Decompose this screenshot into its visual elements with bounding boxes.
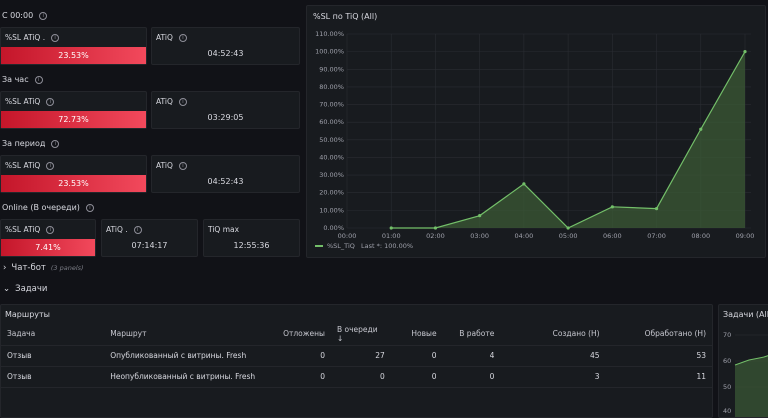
column-header-new[interactable]: Новые — [390, 323, 443, 346]
stat-panel-atiq-4[interactable]: ATiQ .i 07:14:17 — [101, 219, 198, 257]
table-row[interactable]: Отзыв Опубликованный с витрины. Fresh 0 … — [1, 345, 712, 367]
chevron-down-icon: ⌄ — [3, 284, 11, 294]
stat-value-sl-4: 7.41% — [1, 239, 95, 256]
stat-value-tiq-max: 12:55:36 — [233, 241, 270, 250]
y-tick-label: 40.00% — [319, 153, 344, 161]
stat-value-atiq-4: 07:14:17 — [131, 241, 168, 250]
y-tick-label: 50.00% — [319, 136, 344, 144]
column-header-created[interactable]: Создано (Н) — [500, 323, 606, 346]
y-tick-label: 90.00% — [319, 65, 344, 73]
x-tick-label: 04:00 — [515, 232, 534, 240]
stat-panel-atiq-3[interactable]: ATiQ i 04:52:43 — [151, 155, 300, 193]
tasks-mini-chart: 70 60 50 40 — [723, 331, 768, 417]
y-tick-label: 60 — [723, 357, 731, 365]
data-point — [433, 226, 438, 230]
data-point — [566, 226, 570, 230]
info-icon[interactable]: i — [178, 97, 187, 106]
section-title-online: Online (В очереди) i — [2, 203, 94, 212]
info-icon[interactable]: i — [178, 161, 187, 170]
routes-table-title: Маршруты — [5, 310, 50, 319]
info-icon[interactable]: i — [51, 33, 60, 42]
legend-label: %SL_TiQ — [327, 242, 355, 250]
stat-panel-sl-2[interactable]: %SL ATiQ i 72.73% — [0, 91, 147, 129]
info-icon[interactable]: i — [85, 203, 94, 212]
column-header-task[interactable]: Задача — [1, 323, 105, 346]
x-tick-label: 07:00 — [647, 232, 666, 240]
y-tick-label: 40 — [723, 407, 731, 415]
stat-panel-atiq-1[interactable]: ATiQ i 04:52:43 — [151, 27, 300, 65]
y-tick-label: 70 — [723, 331, 731, 339]
column-header-route[interactable]: Маршрут — [104, 323, 278, 346]
tasks-area-fill — [735, 355, 768, 417]
data-point — [699, 127, 703, 131]
routes-table: Задача Маршрут Отложены В очереди ↓ Новы… — [1, 323, 712, 388]
stat-value-sl-1: 23.53% — [1, 47, 146, 64]
tasks-chart-panel[interactable]: Задачи (All 70 60 50 40 — [718, 304, 768, 418]
y-tick-label: 110.00% — [315, 30, 344, 38]
info-icon[interactable]: i — [34, 75, 43, 84]
row-toggle-tasks[interactable]: ⌄ Задачи — [3, 284, 47, 294]
info-icon[interactable]: i — [178, 33, 187, 42]
x-tick-label: 09:00 — [736, 232, 755, 240]
column-header-postponed[interactable]: Отложены — [277, 323, 331, 346]
info-icon[interactable]: i — [51, 139, 60, 148]
y-tick-label: 30.00% — [319, 171, 344, 179]
data-point — [522, 182, 526, 186]
y-tick-label: 20.00% — [319, 189, 344, 197]
info-icon[interactable]: i — [46, 225, 55, 234]
y-tick-label: 80.00% — [319, 83, 344, 91]
x-tick-label: 03:00 — [470, 232, 489, 240]
table-row[interactable]: Отзыв Неопубликованный с витрины. Fresh … — [1, 366, 712, 388]
stat-panel-sl-1[interactable]: %SL ATiQ .i 23.53% — [0, 27, 147, 65]
y-tick-label: 50 — [723, 383, 731, 391]
data-point — [389, 226, 393, 230]
stat-value-atiq-1: 04:52:43 — [207, 49, 244, 58]
info-icon[interactable]: i — [46, 97, 55, 106]
sort-desc-icon: ↓ — [336, 333, 344, 343]
info-icon[interactable]: i — [133, 225, 142, 234]
data-point — [478, 214, 482, 218]
stat-panel-sl-3[interactable]: %SL ATiQ i 23.53% — [0, 155, 147, 193]
data-point — [654, 207, 659, 211]
routes-table-panel[interactable]: Маршруты Задача Маршрут Отложены В очере… — [0, 304, 713, 418]
section-title-since-midnight: С 00:00 i — [2, 11, 48, 20]
line-chart: 0.00% 10.00% 20.00% 30.00% 40.00% 50.00% 60.00… — [315, 30, 755, 250]
stat-value-atiq-2: 03:29:05 — [207, 113, 244, 122]
section-title-per-hour: За час i — [2, 75, 43, 84]
data-point — [610, 205, 614, 209]
chart-panel-sl-tiq[interactable]: %SL по TiQ (All) 0.00% 10.00% 20.00% 30.00%… — [306, 5, 766, 258]
row-toggle-chatbot[interactable]: › Чат-бот (3 panels) — [3, 263, 84, 273]
data-point — [743, 50, 747, 54]
column-header-in-queue[interactable]: В очереди ↓ — [330, 323, 391, 346]
y-tick-label: 10.00% — [319, 206, 344, 214]
info-icon[interactable]: i — [46, 161, 55, 170]
stat-panel-sl-4[interactable]: %SL ATiQ i 7.41% — [0, 219, 96, 257]
section-title-per-period: За период i — [2, 139, 60, 148]
x-tick-label: 06:00 — [603, 232, 622, 240]
stat-value-atiq-3: 04:52:43 — [207, 177, 244, 186]
stat-panel-tiq-max[interactable]: TiQ max 12:55:36 — [203, 219, 300, 257]
stat-panel-atiq-2[interactable]: ATiQ i 03:29:05 — [151, 91, 300, 129]
y-tick-label: 100.00% — [315, 48, 344, 56]
x-tick-label: 00:00 — [338, 232, 357, 240]
info-icon[interactable]: i — [39, 11, 48, 20]
stat-value-sl-3: 23.53% — [1, 175, 146, 192]
chevron-right-icon: › — [3, 263, 7, 273]
x-tick-label: 08:00 — [691, 232, 710, 240]
x-tick-label: 02:00 — [426, 232, 445, 240]
column-header-processed[interactable]: Обработано (Н) — [605, 323, 712, 346]
column-header-in-progress[interactable]: В работе — [442, 323, 501, 346]
y-tick-label: 70.00% — [319, 101, 344, 109]
x-tick-label: 01:00 — [382, 232, 401, 240]
x-tick-label: 05:00 — [559, 232, 578, 240]
legend-stat: Last *: 100.00% — [361, 242, 413, 250]
stat-value-sl-2: 72.73% — [1, 111, 146, 128]
y-tick-label: 0.00% — [323, 224, 344, 232]
y-tick-label: 60.00% — [319, 118, 344, 126]
